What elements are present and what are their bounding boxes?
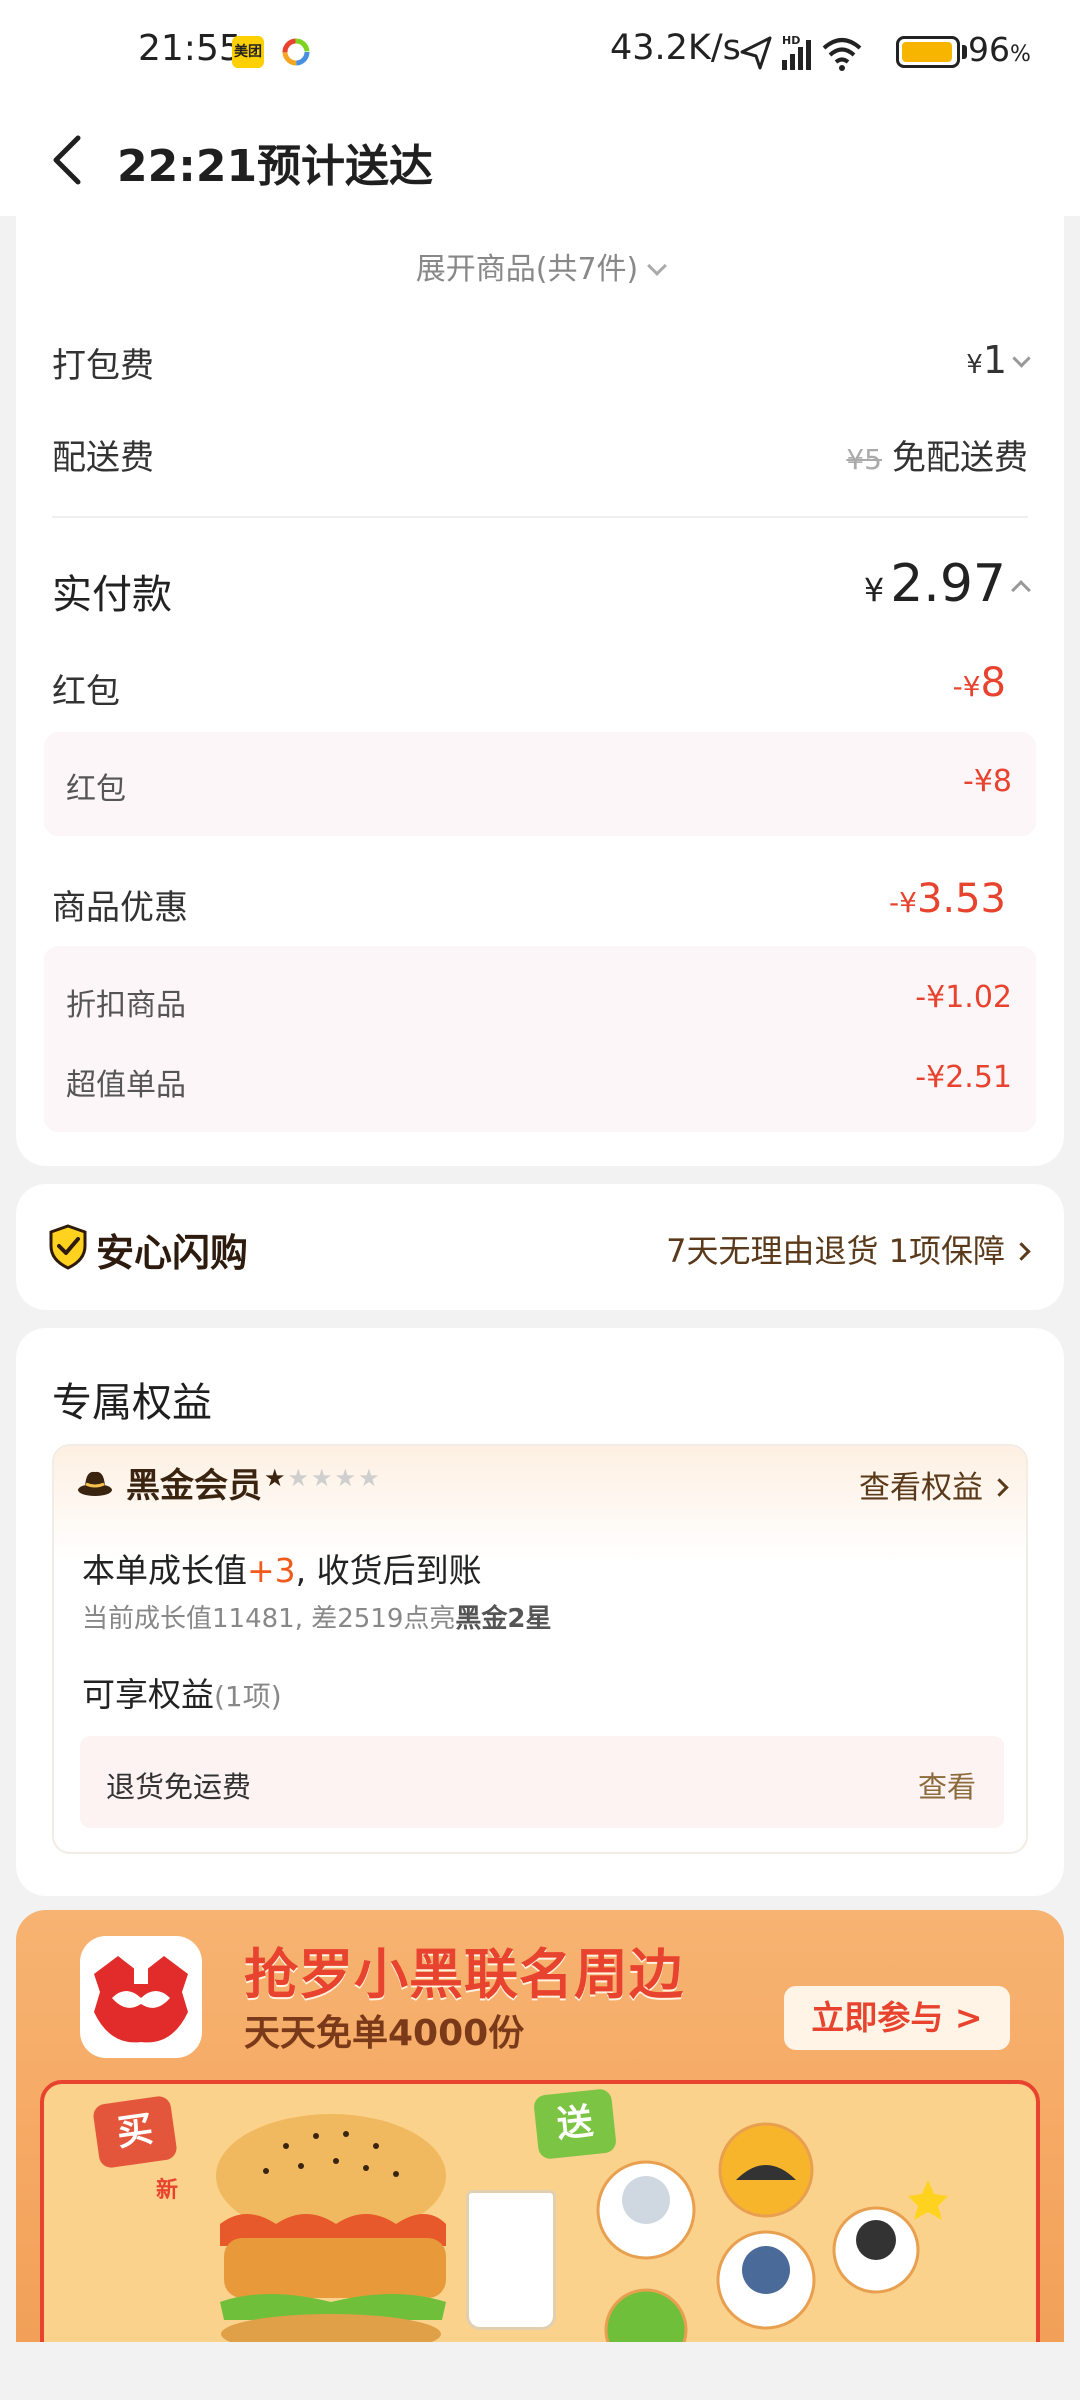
signal-icons: HD [740,34,862,71]
product-discount-row: 商品优惠 -¥3.53 [52,876,1028,929]
discount-detail-panel: 折扣商品 -¥1.02 超值单品 -¥2.51 [44,946,1036,1132]
chevron-right-icon [990,1478,1009,1497]
expand-items-button[interactable]: 展开商品(共7件) [16,244,1064,288]
member-stars: ★★★★★ [264,1464,382,1492]
guarantee-detail-link[interactable]: 7天无理由退货 1项保障 [666,1226,1031,1272]
discount-item-label: 超值单品 [66,1068,186,1103]
paid-value: ¥2.97 [864,554,1031,614]
member-name: 黑金会员 [126,1466,262,1506]
expand-items-label: 展开商品(共7件) [415,252,639,287]
battery-percent: 96% [968,30,1031,69]
divider [52,516,1028,518]
star-empty-icon: ★ [334,1464,359,1492]
burger-image [216,2114,446,2342]
guarantee-card[interactable]: 安心闪购 7天无理由退货 1项保障 [16,1184,1064,1310]
new-tag: 新 [156,2178,179,2203]
packing-fee-row[interactable]: 打包费 ¥1 [52,338,1031,387]
star-filled-icon: ★ [264,1464,288,1492]
wifi-icon [822,38,862,71]
section-title: 专属权益 [52,1380,212,1426]
guarantee-title: 安心闪购 [96,1231,249,1275]
svg-text:HD: HD [782,34,800,47]
red-packet-item-label: 红包 [66,772,126,807]
delivery-fee-label: 配送费 [52,438,154,478]
hd-signal-icon: HD [782,34,811,70]
chevron-up-icon [1011,580,1031,600]
join-now-button[interactable]: 立即参与 > [784,1986,1010,2050]
back-arrow-icon[interactable] [46,132,90,188]
product-discount-value: -¥3.53 [889,876,1006,922]
list-item: 超值单品 -¥2.51 [66,1060,1012,1104]
red-packet-item-value: -¥8 [963,764,1012,799]
red-packet-detail-panel: 红包 -¥8 [44,732,1036,836]
battery-icon [896,36,960,68]
chevron-down-icon [647,256,668,276]
page-header: 22:21预计送达 [0,104,1080,216]
red-packet-label: 红包 [52,672,120,712]
star-empty-icon: ★ [287,1464,312,1492]
hat-icon [78,1471,112,1496]
discount-item-value: -¥1.02 [915,980,1012,1015]
location-arrow-icon [740,36,772,70]
paid-amount-row[interactable]: 实付款 ¥2.97 [52,554,1031,620]
banner-subtitle: 天天免单4000份 [244,2013,525,2054]
view-benefits-link[interactable]: 查看权益 [859,1462,1009,1507]
perk-row[interactable]: 退货免运费 查看 [80,1736,1004,1828]
delivery-fee-note: 免配送费 [892,438,1028,478]
brand-logo-icon [80,1936,202,2058]
status-bar: 21:55 美团 43.2K/s HD 96% [0,0,1080,104]
buy-tag: 买 [91,2094,179,2170]
perk-view-link[interactable]: 查看 [918,1764,976,1806]
perk-name: 退货免运费 [106,1770,252,1804]
growth-line: 本单成长值+3, 收货后到账 [82,1551,482,1590]
growth-subtext: 当前成长值11481, 差2519点亮黑金2星 [82,1604,552,1634]
banner-title: 抢罗小黑联名周边 [244,1943,684,2006]
star-empty-icon: ★ [311,1464,335,1492]
list-item: 折扣商品 -¥1.02 [66,980,1012,1024]
drink-cup-image [466,2190,556,2330]
star-empty-icon: ★ [358,1464,382,1492]
red-packet-value: -¥8 [952,660,1006,706]
perks-title: 可享权益(1项) [82,1675,282,1714]
network-speed: 43.2K/s [610,28,741,68]
paid-label: 实付款 [52,572,172,618]
red-packet-row: 红包 -¥8 [52,660,1028,713]
delivery-fee-original: ¥5 [846,443,882,476]
shield-check-icon [49,1224,87,1270]
battery-tip [962,45,967,59]
packing-fee-value: ¥1 [966,338,1031,382]
meituan-app-icon: 美团 [232,36,264,68]
character-badges-image [596,2122,948,2342]
promo-banner[interactable]: 抢罗小黑联名周边 天天免单4000份 立即参与 > 买 新 送 [16,1910,1064,2342]
discount-item-label: 折扣商品 [66,988,186,1023]
chevron-right-icon [1012,1242,1031,1261]
exclusive-benefits-card: 专属权益 黑金会员 ★★★★★ 查看权益 本单成长值+3, 收货后到账 当前成长… [16,1328,1064,1896]
status-time: 21:55 [138,28,242,69]
battery-level [902,42,952,62]
member-box: 黑金会员 ★★★★★ 查看权益 本单成长值+3, 收货后到账 当前成长值1148… [52,1444,1028,1854]
list-item: 红包 -¥8 [66,764,1012,808]
navigation-bar-area [0,2342,1080,2400]
packing-fee-label: 打包费 [52,346,154,386]
product-discount-label: 商品优惠 [52,888,188,928]
discount-item-value: -¥2.51 [915,1060,1012,1095]
page-title: 22:21预计送达 [117,141,434,192]
colorful-app-icon [282,38,310,66]
order-summary-card: 展开商品(共7件) 打包费 ¥1 配送费 ¥5 免配送费 实付款 ¥2.97 红包… [16,216,1064,1166]
delivery-fee-row: 配送费 ¥5 免配送费 [52,430,1028,479]
chevron-down-icon [1012,349,1031,368]
